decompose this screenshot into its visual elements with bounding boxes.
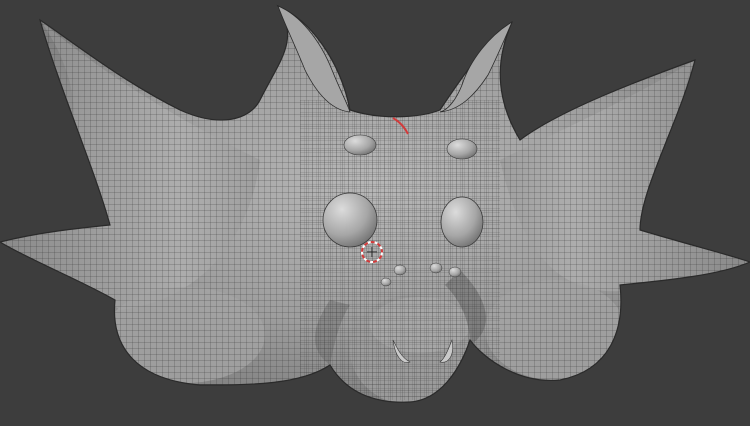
viewport-scene[interactable] [0,0,750,426]
3d-viewport[interactable] [0,0,750,426]
brow-bump-left[interactable] [343,134,377,156]
eye-left[interactable] [322,192,378,248]
eye-right[interactable] [440,196,484,248]
brow-bump-right[interactable] [446,138,478,160]
